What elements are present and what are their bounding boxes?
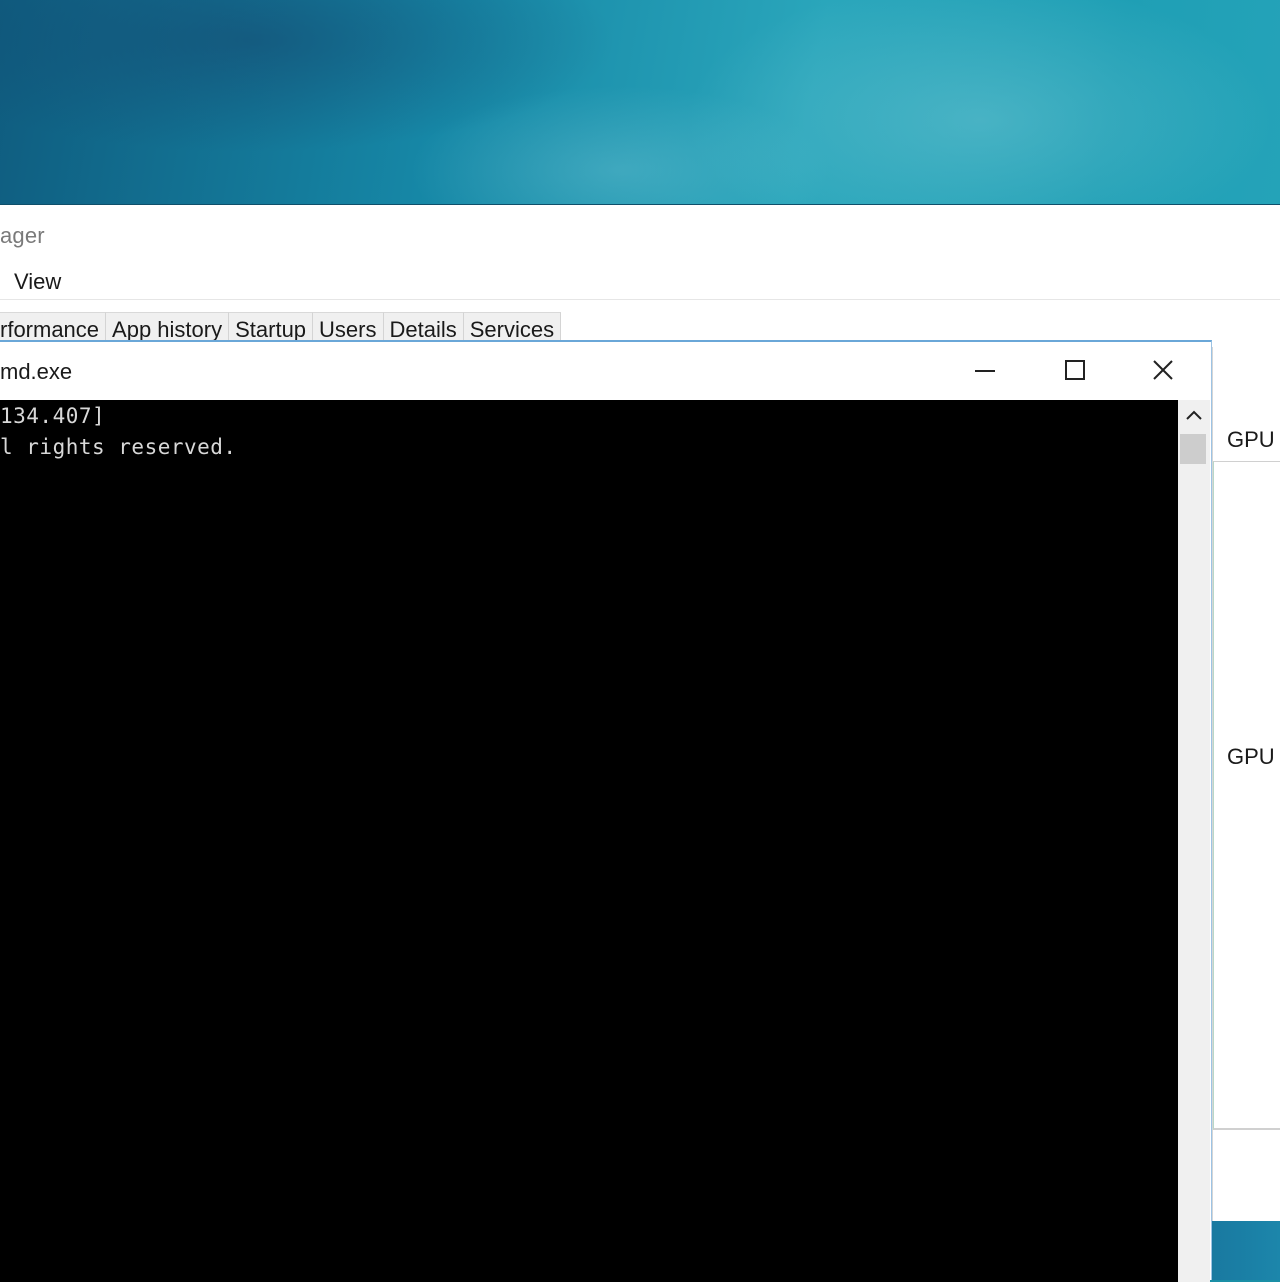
maximize-icon (1065, 360, 1085, 380)
menu-divider (0, 299, 1280, 300)
task-manager-title: ager (0, 223, 45, 248)
console-line-1: 134.407] (0, 404, 106, 428)
vertical-scrollbar[interactable] (1178, 400, 1210, 1282)
menu-view[interactable]: View (14, 269, 61, 295)
cmd-window: md.exe 134.407] l rights reserved. (0, 340, 1212, 1282)
cmd-title: md.exe (0, 359, 73, 384)
chevron-up-icon (1186, 410, 1202, 420)
close-icon (1153, 360, 1173, 380)
maximize-button[interactable] (1052, 352, 1096, 388)
performance-panel: GPU I GPU ( (1212, 347, 1280, 1221)
console-output[interactable]: 134.407] l rights reserved. (0, 400, 1178, 1282)
minimize-button[interactable] (963, 352, 1007, 388)
gpu-label-2: GPU ( (1227, 744, 1280, 769)
console-line-2: l rights reserved. (0, 435, 237, 459)
cmd-titlebar[interactable]: md.exe (0, 342, 1211, 400)
close-button[interactable] (1141, 352, 1185, 388)
gpu-graph (1213, 461, 1280, 1130)
scroll-up-button[interactable] (1178, 400, 1210, 432)
desktop-wallpaper-strip (1212, 1220, 1280, 1280)
minimize-icon (975, 370, 995, 372)
gpu-label-1: GPU I (1227, 427, 1280, 452)
scroll-thumb[interactable] (1180, 434, 1206, 464)
